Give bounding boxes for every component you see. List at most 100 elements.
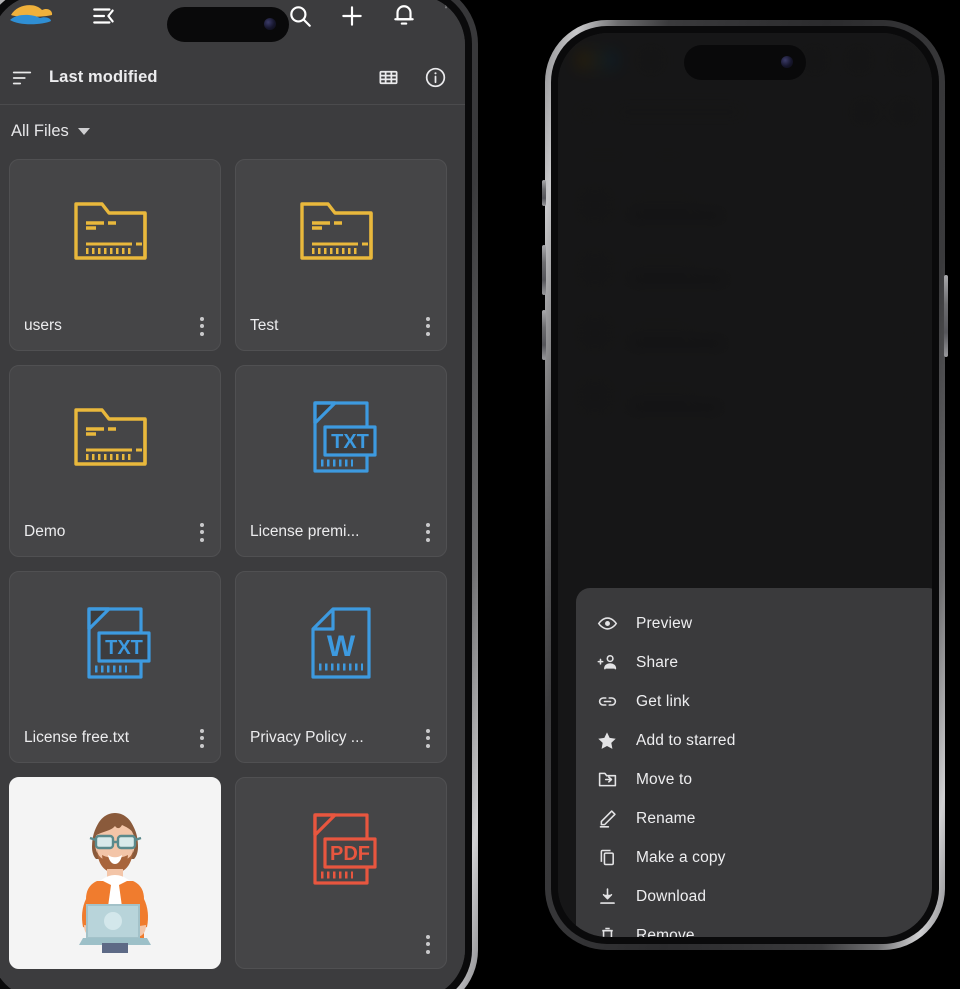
menu-item-make-a-copy[interactable]: Make a copy bbox=[576, 838, 932, 877]
mute-switch[interactable] bbox=[542, 180, 546, 206]
file-card-pdf[interactable]: PDF bbox=[235, 777, 447, 969]
grid-view-icon[interactable] bbox=[377, 66, 400, 89]
card-footer bbox=[236, 920, 446, 968]
phone-right: Preview Share Get link Add to starred Mo… bbox=[542, 20, 948, 950]
info-icon[interactable] bbox=[424, 66, 447, 89]
sort-icon[interactable] bbox=[11, 67, 33, 89]
menu-item-label: Rename bbox=[636, 809, 696, 827]
chevron-down-icon bbox=[77, 127, 90, 135]
all-files-dropdown[interactable]: All Files bbox=[11, 122, 90, 141]
folder-icon bbox=[74, 408, 147, 466]
menu-item-remove[interactable]: Remove bbox=[576, 916, 932, 937]
menu-icon[interactable] bbox=[91, 3, 117, 29]
phone-left-bezel: Last modified All Files users Test Demo … bbox=[0, 0, 472, 989]
download-icon bbox=[596, 886, 618, 908]
menu-item-download[interactable]: Download bbox=[576, 877, 932, 916]
file-card-folder[interactable]: users bbox=[9, 159, 221, 351]
menu-item-get-link[interactable]: Get link bbox=[576, 682, 932, 721]
menu-item-label: Share bbox=[636, 653, 679, 671]
dynamic-island bbox=[167, 7, 289, 42]
svg-text:W: W bbox=[327, 630, 356, 663]
file-card-txt[interactable]: TXT License free.txt bbox=[9, 571, 221, 763]
file-overflow-icon[interactable] bbox=[192, 316, 212, 336]
card-artwork: TXT bbox=[236, 366, 446, 508]
menu-item-label: Add to starred bbox=[636, 731, 736, 749]
menu-item-rename[interactable]: Rename bbox=[576, 799, 932, 838]
phone-right-screen: Preview Share Get link Add to starred Mo… bbox=[558, 33, 932, 937]
search-icon[interactable] bbox=[287, 3, 313, 29]
file-card-folder[interactable]: Test bbox=[235, 159, 447, 351]
card-footer: users bbox=[10, 302, 220, 350]
person-illustration bbox=[40, 793, 190, 953]
menu-item-preview[interactable]: Preview bbox=[576, 604, 932, 643]
word-file-icon: W bbox=[311, 607, 371, 679]
menu-item-share[interactable]: Share bbox=[576, 643, 932, 682]
folder-icon bbox=[300, 202, 373, 260]
card-artwork bbox=[10, 366, 220, 508]
phone-right-bezel: Preview Share Get link Add to starred Mo… bbox=[551, 26, 939, 944]
copy-icon bbox=[596, 847, 618, 869]
move-to-folder-icon bbox=[596, 769, 618, 791]
filter-bar: All Files bbox=[0, 105, 465, 157]
card-artwork bbox=[236, 160, 446, 302]
eye-icon bbox=[596, 613, 618, 635]
file-overflow-icon[interactable] bbox=[418, 728, 438, 748]
plus-icon[interactable] bbox=[339, 3, 365, 29]
phone-left: Last modified All Files users Test Demo … bbox=[0, 0, 478, 989]
file-name: Demo bbox=[24, 523, 66, 540]
file-overflow-icon[interactable] bbox=[418, 316, 438, 336]
file-card-image[interactable] bbox=[9, 777, 221, 969]
file-name: Privacy Policy ... bbox=[250, 729, 364, 746]
card-artwork: TXT bbox=[10, 572, 220, 714]
file-name: License free.txt bbox=[24, 729, 130, 746]
front-camera-icon bbox=[781, 56, 793, 68]
card-footer: Demo bbox=[10, 508, 220, 556]
card-footer: License free.txt bbox=[10, 714, 220, 762]
pdf-file-icon: PDF bbox=[313, 813, 377, 885]
context-menu: Preview Share Get link Add to starred Mo… bbox=[576, 588, 932, 937]
link-icon bbox=[596, 691, 618, 713]
card-artwork: PDF bbox=[236, 778, 446, 920]
card-footer: Test bbox=[236, 302, 446, 350]
sort-label[interactable]: Last modified bbox=[49, 68, 158, 87]
menu-item-label: Make a copy bbox=[636, 848, 726, 866]
screenshot-stage: Last modified All Files users Test Demo … bbox=[0, 0, 960, 989]
file-name: users bbox=[24, 317, 62, 334]
person-add-icon bbox=[596, 652, 618, 674]
card-footer: License premi... bbox=[236, 508, 446, 556]
volume-up-button[interactable] bbox=[542, 245, 546, 295]
svg-text:TXT: TXT bbox=[331, 431, 369, 453]
svg-text:PDF: PDF bbox=[330, 843, 370, 865]
file-overflow-icon[interactable] bbox=[192, 522, 212, 542]
txt-file-icon: TXT bbox=[313, 401, 377, 473]
file-card-folder[interactable]: Demo bbox=[9, 365, 221, 557]
file-overflow-icon[interactable] bbox=[418, 522, 438, 542]
menu-item-add-to-starred[interactable]: Add to starred bbox=[576, 721, 932, 760]
folder-icon bbox=[74, 202, 147, 260]
trash-icon bbox=[596, 925, 618, 937]
bell-icon[interactable] bbox=[391, 3, 417, 29]
menu-item-label: Move to bbox=[636, 770, 693, 788]
card-footer: Privacy Policy ... bbox=[236, 714, 446, 762]
card-artwork: W bbox=[236, 572, 446, 714]
menu-item-move-to[interactable]: Move to bbox=[576, 760, 932, 799]
all-files-label: All Files bbox=[11, 121, 69, 140]
txt-file-icon: TXT bbox=[87, 607, 151, 679]
sort-toolbar: Last modified bbox=[0, 51, 465, 105]
card-artwork bbox=[10, 160, 220, 302]
file-overflow-icon[interactable] bbox=[418, 934, 438, 954]
menu-item-label: Get link bbox=[636, 692, 690, 710]
file-card-doc[interactable]: W Privacy Policy ... bbox=[235, 571, 447, 763]
volume-down-button[interactable] bbox=[542, 310, 546, 360]
file-name: Test bbox=[250, 317, 279, 334]
phone-left-screen: Last modified All Files users Test Demo … bbox=[0, 0, 465, 989]
menu-item-label: Preview bbox=[636, 614, 693, 632]
file-grid: users Test Demo TXT License premi... TXT… bbox=[0, 157, 465, 969]
front-camera-icon bbox=[264, 18, 276, 30]
menu-item-label: Remove bbox=[636, 926, 695, 938]
file-card-txt[interactable]: TXT License premi... bbox=[235, 365, 447, 557]
overflow-icon[interactable] bbox=[443, 3, 449, 29]
power-button[interactable] bbox=[944, 275, 948, 357]
file-overflow-icon[interactable] bbox=[192, 728, 212, 748]
cloud-logo[interactable] bbox=[9, 1, 55, 31]
